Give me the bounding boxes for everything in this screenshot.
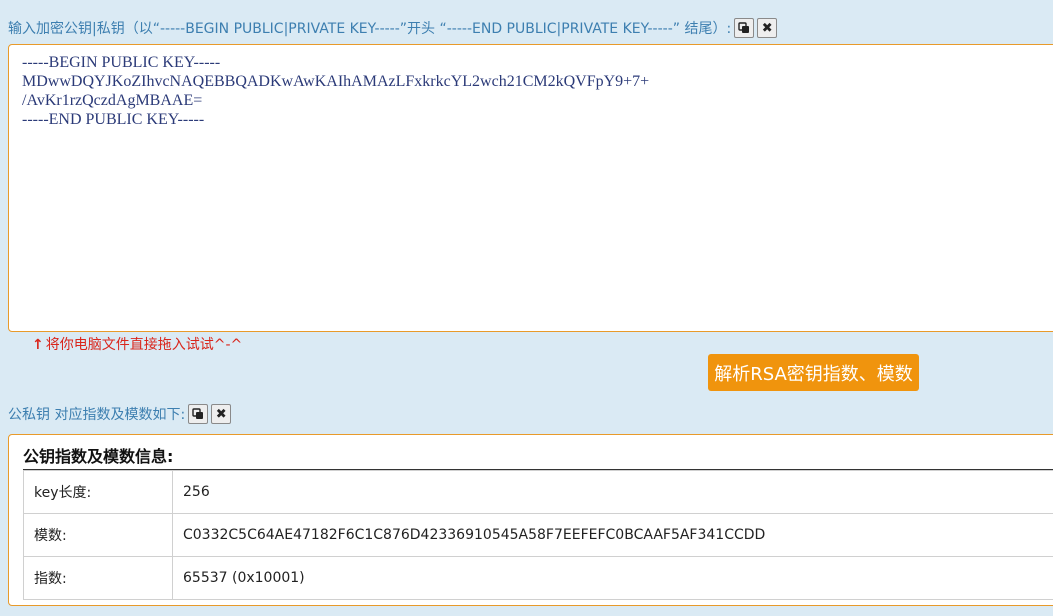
drag-hint: ↑ 将你电脑文件直接拖入试试^-^	[32, 334, 242, 354]
drag-hint-text: 将你电脑文件直接拖入试试^-^	[45, 337, 243, 353]
result-title: 公钥指数及模数信息:	[23, 443, 1053, 470]
copy-input-button[interactable]	[734, 18, 755, 38]
row-key: 指数:	[23, 556, 173, 600]
clear-output-button[interactable]: ✖	[211, 404, 232, 424]
copy-icon	[192, 408, 204, 419]
clear-input-button[interactable]: ✖	[757, 18, 778, 38]
row-key: key长度:	[23, 470, 173, 514]
result-table: key长度: 256 模数: C0332C5C64AE47182F6C1C876…	[23, 470, 1053, 600]
output-label: 公私钥 对应指数及模数如下:	[8, 407, 186, 423]
row-value: C0332C5C64AE47182F6C1C876D42336910545A58…	[172, 513, 1053, 557]
key-input-textarea[interactable]: -----BEGIN PUBLIC KEY----- MDwwDQYJKoZIh…	[8, 44, 1053, 332]
close-icon: ✖	[761, 20, 773, 36]
input-label: 输入加密公钥|私钥（以“-----BEGIN PUBLIC|PRIVATE KE…	[8, 21, 732, 37]
table-row: key长度: 256	[23, 470, 1053, 514]
copy-output-button[interactable]	[188, 404, 209, 424]
output-label-row: 公私钥 对应指数及模数如下: ✖	[8, 404, 232, 424]
copy-icon	[738, 22, 750, 33]
close-icon: ✖	[215, 406, 227, 422]
row-value: 256	[172, 470, 1053, 514]
table-row: 指数: 65537 (0x10001)	[23, 556, 1053, 600]
rsa-key-parser-page: 输入加密公钥|私钥（以“-----BEGIN PUBLIC|PRIVATE KE…	[0, 0, 1053, 616]
row-key: 模数:	[23, 513, 173, 557]
table-row: 模数: C0332C5C64AE47182F6C1C876D4233691054…	[23, 513, 1053, 557]
parse-rsa-button[interactable]: 解析RSA密钥指数、模数	[708, 354, 919, 391]
up-arrow-icon: ↑	[32, 337, 44, 353]
result-panel: 公钥指数及模数信息: key长度: 256 模数: C0332C5C64AE47…	[8, 434, 1053, 606]
input-label-row: 输入加密公钥|私钥（以“-----BEGIN PUBLIC|PRIVATE KE…	[8, 18, 778, 38]
row-value: 65537 (0x10001)	[172, 556, 1053, 600]
